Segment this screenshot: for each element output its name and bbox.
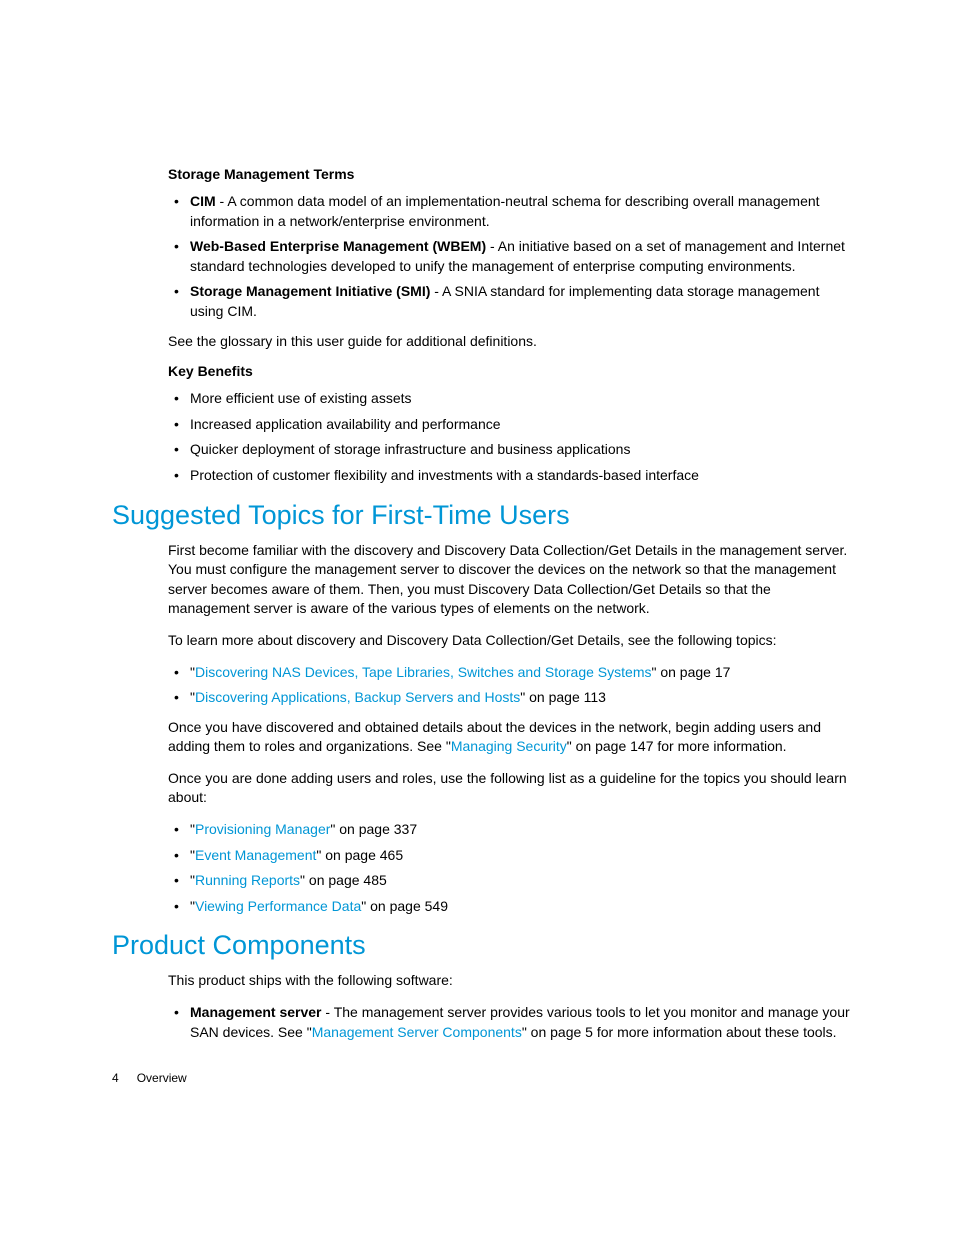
list-item: "Discovering NAS Devices, Tape Libraries… bbox=[190, 663, 854, 683]
terms-list: CIM - A common data model of an implemen… bbox=[168, 192, 854, 322]
list-item: "Event Management" on page 465 bbox=[190, 846, 854, 866]
subheading-key-benefits: Key Benefits bbox=[168, 363, 854, 379]
paragraph: This product ships with the following so… bbox=[168, 971, 854, 991]
paragraph: To learn more about discovery and Discov… bbox=[168, 631, 854, 651]
list-item: Storage Management Initiative (SMI) - A … bbox=[190, 282, 854, 321]
link-managing-security[interactable]: Managing Security bbox=[451, 738, 567, 754]
link-management-server-components[interactable]: Management Server Components bbox=[312, 1024, 522, 1040]
paragraph: First become familiar with the discovery… bbox=[168, 541, 854, 619]
page-number: 4 bbox=[112, 1071, 119, 1085]
list-item: "Viewing Performance Data" on page 549 bbox=[190, 897, 854, 917]
link-provisioning-manager[interactable]: Provisioning Manager bbox=[195, 821, 330, 837]
list-item: Management server - The management serve… bbox=[190, 1003, 854, 1042]
footer-section: Overview bbox=[137, 1071, 187, 1085]
list-item: Increased application availability and p… bbox=[190, 415, 854, 435]
list-item: Protection of customer flexibility and i… bbox=[190, 466, 854, 486]
link-viewing-performance[interactable]: Viewing Performance Data bbox=[195, 898, 361, 914]
list-item: Quicker deployment of storage infrastruc… bbox=[190, 440, 854, 460]
list-item: "Provisioning Manager" on page 337 bbox=[190, 820, 854, 840]
paragraph: Once you have discovered and obtained de… bbox=[168, 718, 854, 757]
topics-list-2: "Provisioning Manager" on page 337 "Even… bbox=[168, 820, 854, 916]
heading-suggested-topics: Suggested Topics for First-Time Users bbox=[112, 500, 854, 531]
glossary-note: See the glossary in this user guide for … bbox=[168, 332, 854, 352]
benefits-list: More efficient use of existing assets In… bbox=[168, 389, 854, 485]
link-discovering-apps[interactable]: Discovering Applications, Backup Servers… bbox=[195, 689, 520, 705]
list-item: CIM - A common data model of an implemen… bbox=[190, 192, 854, 231]
topics-list-1: "Discovering NAS Devices, Tape Libraries… bbox=[168, 663, 854, 708]
link-discovering-nas[interactable]: Discovering NAS Devices, Tape Libraries,… bbox=[195, 664, 652, 680]
components-list: Management server - The management serve… bbox=[168, 1003, 854, 1042]
page-footer: 4 Overview bbox=[112, 1071, 187, 1085]
list-item: Web-Based Enterprise Management (WBEM) -… bbox=[190, 237, 854, 276]
list-item: "Discovering Applications, Backup Server… bbox=[190, 688, 854, 708]
list-item: More efficient use of existing assets bbox=[190, 389, 854, 409]
list-item: "Running Reports" on page 485 bbox=[190, 871, 854, 891]
heading-product-components: Product Components bbox=[112, 930, 854, 961]
paragraph: Once you are done adding users and roles… bbox=[168, 769, 854, 808]
link-event-management[interactable]: Event Management bbox=[195, 847, 316, 863]
subheading-storage-terms: Storage Management Terms bbox=[168, 166, 854, 182]
link-running-reports[interactable]: Running Reports bbox=[195, 872, 300, 888]
